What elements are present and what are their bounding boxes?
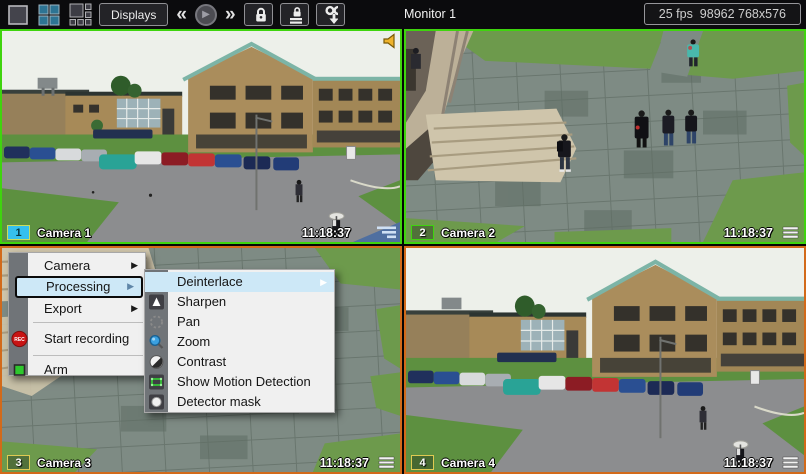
menu-item-arm[interactable]: Arm: [9, 359, 145, 380]
zoom-icon: [148, 334, 165, 351]
submenu-arrow-icon: ▶: [320, 277, 327, 287]
play-icon[interactable]: ▶: [194, 3, 217, 26]
contrast-icon: [148, 354, 165, 371]
menu-item-export[interactable]: Export ▶: [9, 298, 145, 319]
camera-name: Camera 1: [37, 225, 92, 240]
sharpen-icon: [148, 294, 165, 311]
menu-separator: [33, 355, 143, 356]
submenu-item-pan[interactable]: Pan: [145, 312, 334, 332]
submenu-arrow-icon: ▶: [127, 281, 134, 291]
layout-single-icon[interactable]: [6, 3, 30, 27]
camera-timestamp: 11:18:37: [301, 225, 351, 240]
lock-button[interactable]: [243, 3, 273, 26]
camera-timestamp: 11:18:37: [723, 455, 773, 470]
menu-item-processing[interactable]: Processing ▶: [15, 276, 143, 298]
submenu-item-deinterlace[interactable]: Deinterlace ▶: [145, 272, 334, 292]
fast-forward-icon[interactable]: »: [224, 3, 237, 26]
monitor-title: Monitor 1: [404, 7, 457, 21]
camera-timestamp: 11:18:37: [319, 455, 369, 470]
menu-item-camera[interactable]: Camera ▶: [9, 255, 145, 276]
camera-4-video: [406, 248, 804, 472]
lock-icon: [255, 7, 266, 21]
camera-timestamp: 11:18:37: [723, 225, 773, 240]
lock-lines-icon: [289, 6, 302, 24]
camera-1-tile[interactable]: 1 Camera 1 11:18:37: [0, 29, 402, 244]
camera-2-video: [406, 31, 804, 242]
camera-2-bar: 2 Camera 2 11:18:37: [406, 223, 804, 242]
submenu-item-contrast[interactable]: Contrast: [145, 352, 334, 372]
camera-name: Camera 3: [37, 455, 92, 470]
submenu-arrow-icon: ▶: [131, 303, 138, 313]
camera-1-bar: 1 Camera 1 11:18:37: [2, 223, 400, 242]
camera-4-menu-icon[interactable]: [782, 456, 799, 469]
layout-multi-icon[interactable]: [68, 3, 92, 27]
submenu-item-sharpen[interactable]: Sharpen: [145, 292, 334, 312]
camera-1-video: [2, 31, 400, 242]
camera-3-menu-icon[interactable]: [378, 456, 395, 469]
rec-icon: REC: [11, 330, 28, 348]
menu-separator: [33, 322, 143, 323]
camera-number-badge[interactable]: 2: [411, 225, 434, 240]
context-menu: Camera ▶ Processing ▶ Export ▶ REC Start re…: [8, 252, 146, 377]
stream-status-badge: 25 fps 98962 768x576: [643, 3, 801, 25]
submenu-item-zoom[interactable]: Zoom: [145, 332, 334, 352]
camera-number-badge[interactable]: 1: [7, 225, 30, 240]
camera-4-tile[interactable]: 4 Camera 4 11:18:37: [404, 246, 806, 474]
camera-2-tile[interactable]: 2 Camera 2 11:18:37: [404, 29, 806, 244]
audio-indicator-icon: [382, 33, 397, 54]
tape-export-button[interactable]: [315, 3, 345, 26]
camera-number-badge[interactable]: 4: [411, 455, 434, 470]
motion-detection-icon: [148, 374, 165, 391]
pan-icon: [148, 314, 165, 331]
camera-name: Camera 2: [441, 225, 496, 240]
lock-layout-button[interactable]: [279, 3, 309, 26]
camera-1-menu-corner[interactable]: [353, 222, 400, 242]
layout-quad-icon[interactable]: [37, 3, 61, 27]
video-wall-app: Displays « ▶ » Monitor 1 25 fps 98962 76…: [0, 0, 806, 474]
menu-item-start-recording[interactable]: REC Start recording: [9, 326, 145, 352]
tape-download-icon: [324, 5, 338, 24]
submenu-item-detector-mask[interactable]: Detector mask: [145, 392, 334, 412]
submenu-arrow-icon: ▶: [131, 260, 138, 270]
camera-3-bar: 3 Camera 3 11:18:37: [2, 453, 400, 472]
camera-name: Camera 4: [441, 455, 496, 470]
rewind-icon[interactable]: «: [175, 3, 188, 26]
displays-button[interactable]: Displays: [99, 3, 169, 26]
toolbar: Displays « ▶ » Monitor 1 25 fps 98962 76…: [0, 0, 806, 29]
camera-number-badge[interactable]: 3: [7, 455, 30, 470]
camera-4-bar: 4 Camera 4 11:18:37: [406, 453, 804, 472]
arm-icon: [11, 361, 28, 378]
submenu-item-show-motion-detection[interactable]: Show Motion Detection: [145, 372, 334, 392]
camera-2-menu-icon[interactable]: [782, 226, 799, 239]
processing-submenu: Deinterlace ▶ Sharpen Pan Zoom Contrast …: [144, 269, 335, 413]
detector-mask-icon: [148, 394, 165, 411]
svg-text:REC: REC: [14, 337, 25, 343]
